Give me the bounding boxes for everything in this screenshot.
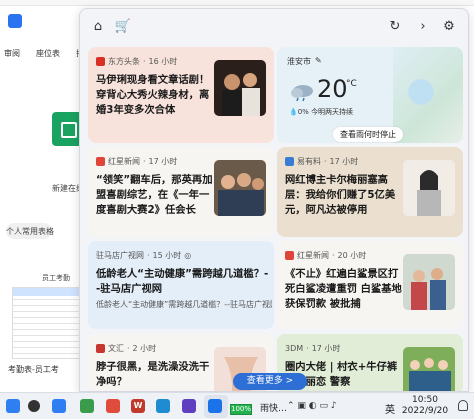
- widgets-panel: ⌂ 🛒 ↻ › ⚙ 东方头条 · 16 小时 马伊琍现身看文章话剧！穿背心大秀火…: [79, 8, 469, 392]
- system-tray-icons[interactable]: ⌃ ▣ ◐ ▭ ♪: [287, 401, 337, 411]
- app-icon-red[interactable]: [106, 399, 120, 413]
- taskview-icon[interactable]: [52, 399, 66, 413]
- source-logo-icon: [285, 251, 294, 260]
- source-time: 17 小时: [148, 157, 178, 166]
- dot-separator: ·: [143, 57, 146, 66]
- location-name: 淮安市: [287, 57, 311, 66]
- clock-date: 2022/9/20: [401, 406, 449, 416]
- rain-stop-link[interactable]: 查看雨何时停止: [333, 127, 403, 142]
- home-icon[interactable]: ⌂: [89, 18, 107, 36]
- bg-tab-seats[interactable]: 座位表: [36, 48, 60, 66]
- source-logo-icon: [96, 344, 105, 353]
- weather-map: [393, 47, 463, 143]
- source-name: 文汇: [108, 344, 124, 353]
- widgets-toolbar: ⌂ 🛒 ↻ › ⚙: [80, 9, 468, 45]
- card-source: 3DM · 17 小时: [285, 344, 341, 353]
- card-source: 驻马店广视网 · 15 小时 ◎: [96, 251, 192, 260]
- edit-icon[interactable]: ✎: [315, 56, 322, 67]
- weather-card[interactable]: 淮安市 ✎ 20 °C 💧0% 今明两天持续 查看雨何时停止: [277, 47, 463, 143]
- news-card-2[interactable]: 红星新闻 · 17 小时 “领笑”翻车后，那英再加盟喜剧综艺，在《一年一度喜剧大…: [88, 147, 274, 237]
- card-source: 东方头条 · 16 小时: [96, 56, 177, 67]
- battery-indicator[interactable]: 100%: [230, 404, 252, 415]
- chevron-right-icon[interactable]: ›: [414, 18, 432, 36]
- cloud-rain-icon: [291, 85, 313, 101]
- globe-icon: ◎: [184, 251, 192, 260]
- card-source: 易有料 · 17 小时: [285, 156, 358, 167]
- source-time: 16 小时: [148, 57, 178, 66]
- weather-forecast: 💧0% 今明两天持续: [289, 108, 354, 116]
- card-title[interactable]: 网红博主卡尔梅丽塞高层：我给你们赚了5亿美元，阿凡达被停用: [285, 173, 403, 218]
- start-icon[interactable]: [6, 399, 20, 413]
- card-image: [214, 160, 266, 216]
- source-name: 东方头条: [108, 57, 140, 66]
- clock-time: 10:50: [412, 395, 438, 405]
- card-title[interactable]: 低龄老人“主动健康”需跨越几道槛？--驻马店广视网: [96, 267, 272, 297]
- source-name: 红星新闻: [297, 251, 329, 260]
- card-image: [403, 347, 455, 391]
- source-name: 驻马店广视网: [96, 251, 144, 260]
- source-logo-icon: [96, 57, 105, 66]
- source-time: 17 小时: [311, 344, 341, 353]
- clock[interactable]: 10:50 2022/9/20: [398, 395, 452, 417]
- search-icon[interactable]: [28, 400, 40, 412]
- spreadsheet-icon[interactable]: [52, 112, 82, 146]
- card-image: [403, 254, 455, 310]
- see-more-button[interactable]: 查看更多 >: [233, 373, 307, 390]
- gear-icon[interactable]: ⚙: [440, 18, 458, 36]
- card-image: [214, 60, 266, 116]
- sheet-thumbnail[interactable]: [12, 287, 89, 359]
- notification-icon[interactable]: [458, 400, 468, 411]
- source-name: 易有料: [297, 157, 321, 166]
- source-name: 3DM: [285, 344, 304, 353]
- source-name: 红星新闻: [108, 157, 140, 166]
- temperature: 20: [317, 75, 348, 103]
- card-source: 红星新闻 · 20 小时: [285, 250, 366, 261]
- taskbar-weather[interactable]: 雨快…: [260, 401, 287, 414]
- source-time: 15 小时: [152, 251, 182, 260]
- refresh-icon[interactable]: ↻: [386, 18, 404, 36]
- app-logo-icon: [8, 14, 22, 28]
- source-logo-icon: [96, 157, 105, 166]
- title-strip: [0, 0, 474, 6]
- card-title[interactable]: “领笑”翻车后，那英再加盟喜剧综艺，在《一年一度喜剧大赛2》任会长: [96, 173, 214, 218]
- shop-icon[interactable]: 🛒: [114, 18, 132, 36]
- source-time: 2 小时: [132, 344, 157, 353]
- card-image: [403, 160, 455, 216]
- app-icon-blue[interactable]: [208, 399, 222, 413]
- card-description: 低龄老人“主动健康”需跨越几道槛？--驻马店广视网: [96, 300, 272, 309]
- app-icon-purple[interactable]: [182, 399, 196, 413]
- source-time: 17 小时: [329, 157, 359, 166]
- source-logo-icon: [285, 157, 294, 166]
- input-language[interactable]: 英: [385, 401, 395, 416]
- card-title[interactable]: 《不止》红遍白鲨景区打死白鲨凌遭重罚 白鲨基地获保罚款 被批捕: [285, 267, 403, 312]
- card-source: 红星新闻 · 17 小时: [96, 156, 177, 167]
- news-card-5[interactable]: 红星新闻 · 20 小时 《不止》红遍白鲨景区打死白鲨凌遭重罚 白鲨基地获保罚款…: [277, 241, 463, 329]
- bg-tab-review[interactable]: 审阅: [4, 48, 20, 66]
- wps-icon[interactable]: W: [131, 399, 145, 413]
- card-source: 文汇 · 2 小时: [96, 343, 156, 354]
- temperature-unit: °C: [346, 79, 357, 89]
- sheet-name: 考勤表-员工考: [8, 365, 59, 374]
- news-card-3[interactable]: 易有料 · 17 小时 网红博主卡尔梅丽塞高层：我给你们赚了5亿美元，阿凡达被停…: [277, 147, 463, 237]
- common-tables-label: 个人常用表格: [6, 227, 54, 236]
- weather-location: 淮安市 ✎: [287, 56, 322, 67]
- source-time: 20 小时: [337, 251, 367, 260]
- explorer-icon[interactable]: [80, 399, 94, 413]
- card-title[interactable]: 马伊琍现身看文章话剧！穿背心大秀火辣身材，离婚3年变多次合体: [96, 73, 214, 118]
- news-card-4[interactable]: 驻马店广视网 · 15 小时 ◎ 低龄老人“主动健康”需跨越几道槛？--驻马店广…: [88, 241, 274, 329]
- browser-icon[interactable]: [156, 399, 170, 413]
- card-title[interactable]: 脖子很黑，是洗澡没洗干净吗？: [96, 360, 214, 390]
- staff-attendance-label: 员工考勤: [42, 274, 70, 282]
- news-card-1[interactable]: 东方头条 · 16 小时 马伊琍现身看文章话剧！穿背心大秀火辣身材，离婚3年变多…: [88, 47, 274, 143]
